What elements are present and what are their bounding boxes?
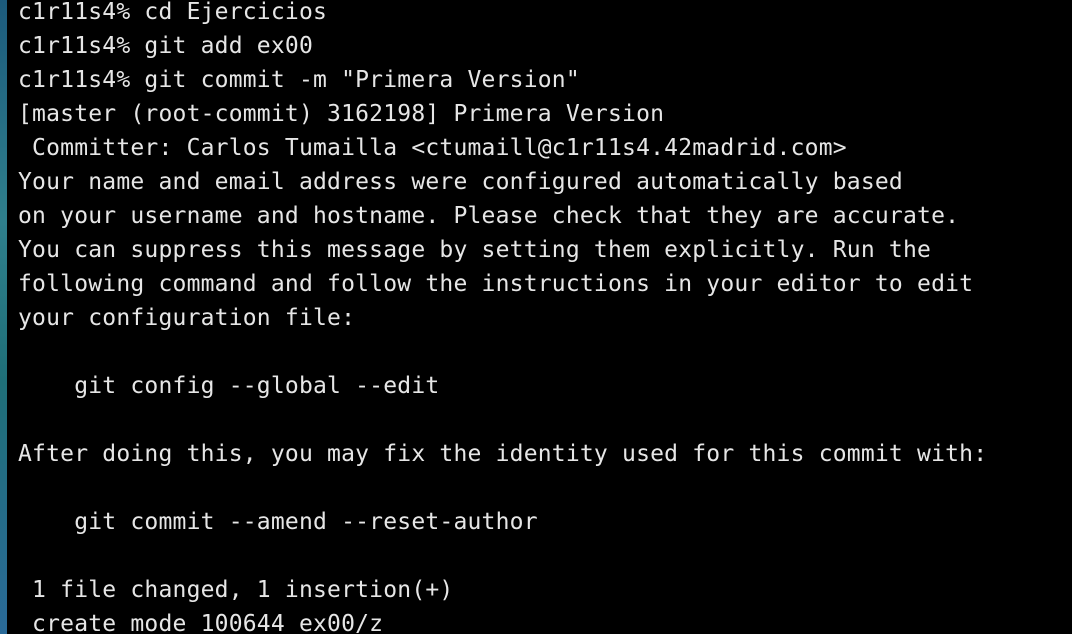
terminal-line: git commit --amend --reset-author xyxy=(18,509,538,535)
screen: c1r11s4% cd Ejercicios c1r11s4% git add … xyxy=(0,0,1072,634)
terminal-line: c1r11s4% git commit -m "Primera Version" xyxy=(18,67,580,93)
terminal-line: You can suppress this message by setting… xyxy=(18,237,932,263)
terminal-line: c1r11s4% git add ex00 xyxy=(18,33,313,59)
terminal-line: your configuration file: xyxy=(18,305,356,331)
terminal-line: on your username and hostname. Please ch… xyxy=(18,203,960,229)
terminal-line: create mode 100644 ex00/z xyxy=(18,611,384,634)
terminal-line: git config --global --edit xyxy=(18,373,440,399)
desktop-wallpaper-edge xyxy=(0,0,7,634)
terminal-line: Committer: Carlos Tumailla <ctumaill@c1r… xyxy=(18,135,847,161)
terminal-line: c1r11s4% cd Ejercicios xyxy=(18,0,328,25)
terminal-line: 1 file changed, 1 insertion(+) xyxy=(18,577,454,603)
terminal-line: Your name and email address were configu… xyxy=(18,169,903,195)
terminal-window[interactable]: c1r11s4% cd Ejercicios c1r11s4% git add … xyxy=(7,0,1072,634)
terminal-line: After doing this, you may fix the identi… xyxy=(18,441,988,467)
terminal-output: c1r11s4% cd Ejercicios c1r11s4% git add … xyxy=(18,0,987,634)
terminal-line: [master (root-commit) 3162198] Primera V… xyxy=(18,101,665,127)
terminal-line: following command and follow the instruc… xyxy=(18,271,974,297)
